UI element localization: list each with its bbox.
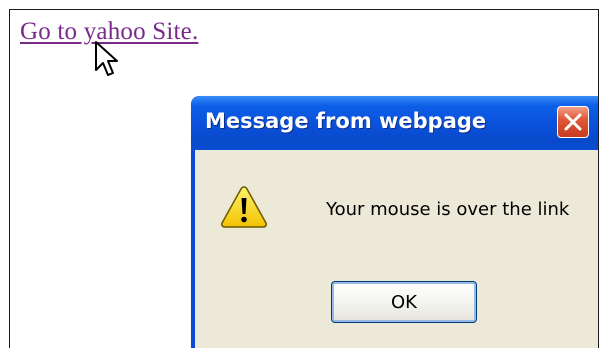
alert-dialog: Message from webpage Your mouse is over … bbox=[191, 96, 598, 348]
dialog-title-bar[interactable]: Message from webpage bbox=[191, 96, 598, 150]
arrow-pointer-icon bbox=[95, 41, 118, 76]
ok-button[interactable]: OK bbox=[331, 281, 477, 323]
close-icon bbox=[564, 113, 582, 131]
dialog-body: Your mouse is over the link OK bbox=[195, 150, 598, 348]
close-button[interactable] bbox=[557, 106, 589, 138]
warning-icon bbox=[221, 186, 267, 228]
dialog-title: Message from webpage bbox=[205, 109, 487, 133]
dialog-message: Your mouse is over the link bbox=[326, 199, 570, 220]
browser-page: Go to yahoo Site. Message from webpage Y… bbox=[9, 9, 599, 348]
